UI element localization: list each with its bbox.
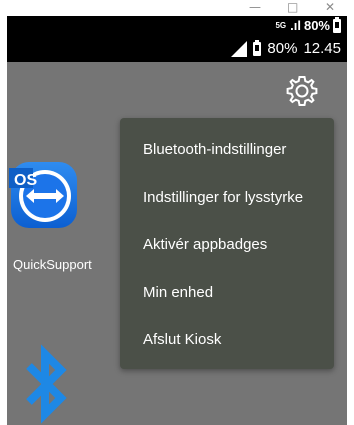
minimize-button[interactable]: — bbox=[249, 0, 261, 14]
bluetooth-icon[interactable] bbox=[15, 342, 79, 425]
host-battery-text: 80% bbox=[303, 18, 330, 33]
menu-item-my-device[interactable]: Min enhed bbox=[143, 284, 213, 301]
signal-icon bbox=[231, 40, 248, 57]
app-window: — □ ✕ 5G .ıl 80% 80% 12.45 OS QuickSuppo… bbox=[0, 0, 354, 425]
gear-icon[interactable] bbox=[285, 74, 319, 108]
overflow-menu: Bluetooth-indstillinger Indstillinger fo… bbox=[120, 118, 334, 369]
device-status-bar: 80% 12.45 bbox=[7, 36, 347, 62]
device-time: 12.45 bbox=[303, 40, 341, 57]
host-status-bar: 5G .ıl 80% bbox=[7, 16, 347, 36]
right-edge bbox=[347, 36, 354, 425]
maximize-button[interactable]: □ bbox=[287, 0, 298, 14]
window-titlebar: — □ ✕ bbox=[0, 0, 354, 16]
menu-item-brightness-settings[interactable]: Indstillinger for lysstyrke bbox=[143, 189, 303, 206]
host-signal-icon: .ıl bbox=[290, 18, 301, 33]
battery-icon bbox=[253, 39, 262, 56]
host-battery-icon bbox=[333, 16, 341, 33]
menu-item-bluetooth-settings[interactable]: Bluetooth-indstillinger bbox=[143, 141, 286, 158]
device-screen: 80% 12.45 OS QuickSupport Bluetooth-inds… bbox=[7, 36, 347, 425]
close-button[interactable]: ✕ bbox=[325, 0, 335, 14]
svg-text:OS: OS bbox=[14, 172, 37, 189]
app-label-quicksupport: QuickSupport bbox=[13, 257, 92, 272]
menu-item-enable-app-badges[interactable]: Aktivér appbadges bbox=[143, 236, 267, 253]
device-battery-text: 80% bbox=[267, 40, 298, 57]
menu-item-exit-kiosk[interactable]: Afslut Kiosk bbox=[143, 331, 221, 348]
network-type-icon: 5G bbox=[275, 21, 287, 30]
teamviewer-quicksupport-icon[interactable]: OS bbox=[7, 158, 81, 234]
